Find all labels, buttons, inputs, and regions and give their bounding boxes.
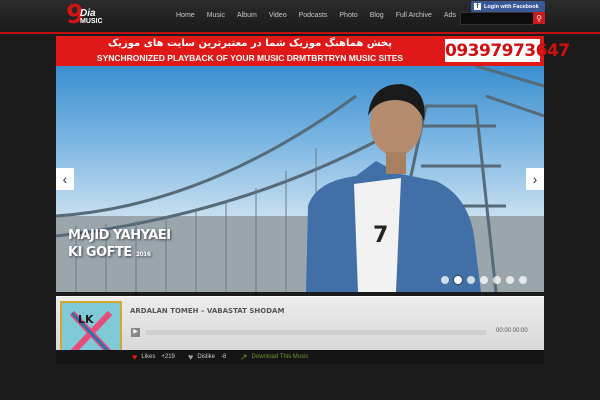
nav-home[interactable]: Home xyxy=(170,9,201,23)
facebook-login-label: Login with Facebook xyxy=(484,3,539,10)
slider-dot[interactable] xyxy=(506,276,514,284)
slider-dot[interactable] xyxy=(519,276,527,284)
top-navigation-bar: 9 Dia MUSIC Home Music Album Video Podca… xyxy=(0,0,600,34)
slider-dot[interactable] xyxy=(493,276,501,284)
slide-song: KI GOFTE 2016 xyxy=(68,244,171,264)
logo-sub: MUSIC xyxy=(80,18,103,25)
progress-bar[interactable] xyxy=(146,330,486,335)
featured-slider[interactable]: 7 ‹ › MAJID YAHYAEI KI GOFTE 2016 xyxy=(56,66,544,292)
banner-english-text: SYNCHRONIZED PLAYBACK OF YOUR MUSIC DRMT… xyxy=(96,53,404,63)
main-nav: Home Music Album Video Podcasts Photo Bl… xyxy=(170,9,462,23)
facebook-login-button[interactable]: f Login with Facebook xyxy=(471,1,545,12)
download-link[interactable]: ↗ Download This Music xyxy=(240,351,308,363)
nav-blog[interactable]: Blog xyxy=(364,9,390,23)
slider-dot[interactable] xyxy=(467,276,475,284)
dislike-label: Dislike xyxy=(197,354,216,360)
slider-prev-button[interactable]: ‹ xyxy=(56,168,74,190)
slider-next-button[interactable]: › xyxy=(526,168,544,190)
site-logo[interactable]: 9 Dia MUSIC xyxy=(66,1,110,30)
likes-label: Likes xyxy=(141,354,156,360)
likes-count: +219 xyxy=(161,354,175,360)
download-icon: ↗ xyxy=(240,351,248,362)
broken-heart-icon: ♥ xyxy=(188,352,194,362)
dislike-button[interactable]: ♥ Dislike -8 xyxy=(188,351,226,363)
nav-album[interactable]: Album xyxy=(231,9,263,23)
heart-icon: ♥ xyxy=(132,352,138,362)
music-player: LK ARDALAN TOMEH – VABASTAT SHODAM ▶ 00:… xyxy=(56,296,544,365)
slider-dot[interactable] xyxy=(480,276,488,284)
search-input[interactable] xyxy=(460,12,534,25)
page-background xyxy=(0,364,600,400)
slider-pagination xyxy=(441,276,527,284)
download-label: Download This Music xyxy=(251,354,309,360)
banner-persian-text: پخش هماهنگ موزیک شما در معتبرترین سایت ه… xyxy=(108,38,392,49)
nav-full-archive[interactable]: Full Archive xyxy=(390,9,438,23)
slider-dot[interactable] xyxy=(441,276,449,284)
play-button[interactable]: ▶ xyxy=(131,328,140,337)
slide-year: 2016 xyxy=(135,251,151,258)
banner-phone-number: 09397973647 xyxy=(445,39,570,62)
nav-video[interactable]: Video xyxy=(263,9,293,23)
facebook-icon: f xyxy=(474,3,481,10)
time-display: 00:00 00:00 xyxy=(496,328,528,334)
play-icon: ▶ xyxy=(133,329,138,335)
album-cover-letters: LK xyxy=(78,313,94,326)
nav-music[interactable]: Music xyxy=(201,9,231,23)
slider-dot[interactable] xyxy=(454,276,462,284)
nav-ads[interactable]: Ads xyxy=(438,9,462,23)
search-button[interactable]: ⚲ xyxy=(533,12,545,24)
slide-caption[interactable]: MAJID YAHYAEI KI GOFTE 2016 xyxy=(68,228,171,264)
slide-artist: MAJID YAHYAEI xyxy=(68,228,171,243)
search-icon: ⚲ xyxy=(536,13,542,23)
track-title: ARDALAN TOMEH – VABASTAT SHODAM xyxy=(130,307,285,315)
like-button[interactable]: ♥ Likes +219 xyxy=(132,351,175,363)
advertisement-banner[interactable]: پخش هماهنگ موزیک شما در معتبرترین سایت ه… xyxy=(56,36,570,66)
nav-photo[interactable]: Photo xyxy=(333,9,363,23)
svg-text:7: 7 xyxy=(373,223,388,248)
slide-song-title: KI GOFTE xyxy=(68,245,132,260)
dislike-count: -8 xyxy=(221,354,227,360)
nav-podcasts[interactable]: Podcasts xyxy=(293,9,334,23)
track-stats-bar: ♥ Likes +219 ♥ Dislike -8 ↗ Download Thi… xyxy=(56,350,544,364)
